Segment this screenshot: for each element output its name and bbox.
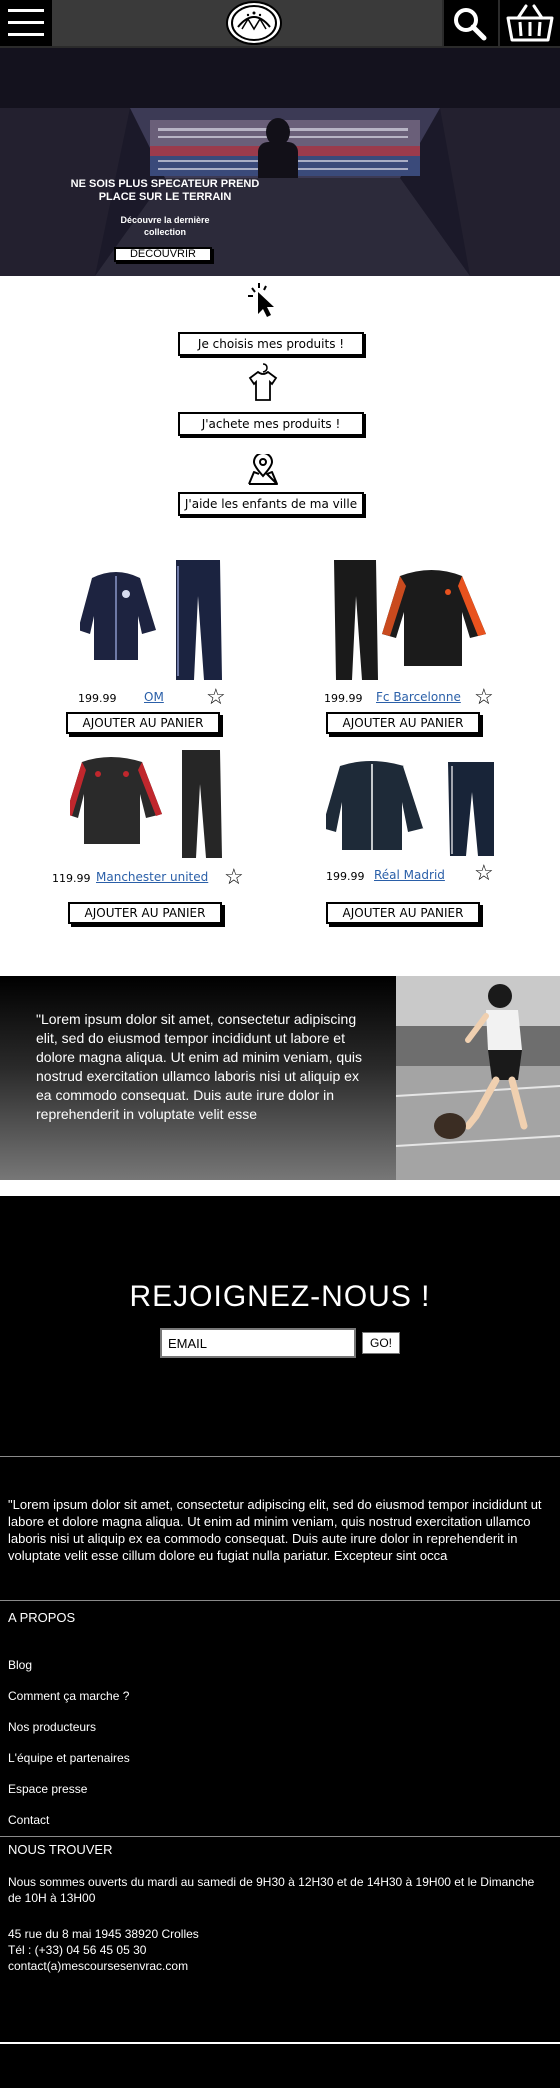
footer-divider	[0, 1600, 560, 1601]
product-price-om: 199.99	[78, 692, 117, 705]
footer-link-producers[interactable]: Nos producteurs	[8, 1720, 96, 1734]
find-us-section-title: NOUS TROUVER	[8, 1842, 113, 1857]
contact-email[interactable]: contact(a)mescoursesenvrac.com	[8, 1958, 548, 1974]
step-choose-button[interactable]: Je choisis mes produits !	[178, 332, 364, 356]
page: NE SOIS PLUS SPECATEUR PREND PLACE SUR L…	[0, 0, 560, 2088]
footer-link-blog[interactable]: Blog	[8, 1658, 32, 1672]
favorite-star-icon[interactable]: ☆	[206, 686, 226, 708]
add-to-cart-button-om[interactable]: AJOUTER AU PANIER	[66, 712, 220, 734]
top-navigation-bar	[0, 0, 560, 48]
map-pin-icon	[248, 454, 278, 485]
search-button[interactable]	[444, 0, 498, 46]
footer-link-contact[interactable]: Contact	[8, 1813, 49, 1827]
product-price-real-madrid: 199.99	[326, 870, 365, 883]
search-icon	[454, 8, 487, 41]
step-help-button[interactable]: J'aide les enfants de ma ville	[178, 492, 364, 516]
product-image-manchester[interactable]	[70, 748, 230, 860]
add-to-cart-button-barcelona[interactable]: AJOUTER AU PANIER	[326, 712, 480, 734]
stadium-tunnel-image	[0, 48, 560, 276]
cart-button[interactable]	[500, 0, 560, 46]
footer-divider	[0, 1836, 560, 1837]
basket-icon	[506, 4, 554, 42]
testimonial-band: "Lorem ipsum dolor sit amet, consectetur…	[0, 976, 560, 1180]
cursor-click-icon	[248, 283, 274, 317]
footer-link-how-it-works[interactable]: Comment ça marche ?	[8, 1689, 129, 1703]
address: 45 rue du 8 mai 1945 38920 Crolles	[8, 1927, 199, 1941]
footer-divider	[0, 1456, 560, 1457]
favorite-star-icon[interactable]: ☆	[224, 866, 244, 888]
hero-title: NE SOIS PLUS SPECATEUR PREND PLACE SUR L…	[70, 178, 260, 203]
product-name-barcelona[interactable]: Fc Barcelonne	[376, 690, 461, 704]
add-to-cart-button-manchester[interactable]: AJOUTER AU PANIER	[68, 902, 222, 924]
testimonial-text: "Lorem ipsum dolor sit amet, consectetur…	[36, 1011, 363, 1122]
footer: REJOIGNEZ-NOUS ! GO! "Lorem ipsum dolor …	[0, 1196, 560, 2088]
product-image-real-madrid[interactable]	[326, 756, 500, 862]
bottom-bar	[0, 2042, 560, 2088]
newsletter-email-input[interactable]	[160, 1328, 356, 1358]
product-price-manchester: 119.99	[52, 872, 91, 885]
favorite-star-icon[interactable]: ☆	[474, 686, 494, 708]
newsletter-go-button[interactable]: GO!	[362, 1332, 400, 1354]
footer-link-team[interactable]: L'équipe et partenaires	[8, 1751, 130, 1765]
kid-football-photo	[396, 976, 560, 1180]
newsletter-title: REJOIGNEZ-NOUS !	[129, 1280, 431, 1313]
about-section-title: A PROPOS	[8, 1610, 76, 1625]
hanger-shirt-icon	[248, 363, 278, 401]
phone: Tél : (+33) 04 56 45 05 30	[8, 1943, 147, 1957]
product-name-manchester[interactable]: Manchester united	[96, 870, 208, 884]
hero-banner: NE SOIS PLUS SPECATEUR PREND PLACE SUR L…	[0, 48, 560, 276]
product-name-real-madrid[interactable]: Réal Madrid	[374, 868, 445, 882]
opening-hours: Nous sommes ouverts du mardi au samedi d…	[8, 1875, 535, 1905]
discover-button[interactable]: DECOUVRIR	[114, 247, 212, 262]
add-to-cart-button-real-madrid[interactable]: AJOUTER AU PANIER	[326, 902, 480, 924]
hero-subtitle: Découvre la dernière collection	[120, 215, 210, 237]
footer-quote: "Lorem ipsum dolor sit amet, consectetur…	[8, 1497, 542, 1563]
product-image-om[interactable]	[80, 556, 230, 684]
club-logo[interactable]	[226, 1, 282, 45]
product-price-barcelona: 199.99	[324, 692, 363, 705]
step-buy-button[interactable]: J'achete mes produits !	[178, 412, 364, 436]
hamburger-menu-icon[interactable]	[0, 0, 52, 46]
footer-link-press[interactable]: Espace presse	[8, 1782, 87, 1796]
product-image-barcelona[interactable]	[330, 556, 500, 684]
product-name-om[interactable]: OM	[144, 690, 164, 704]
favorite-star-icon[interactable]: ☆	[474, 862, 494, 884]
